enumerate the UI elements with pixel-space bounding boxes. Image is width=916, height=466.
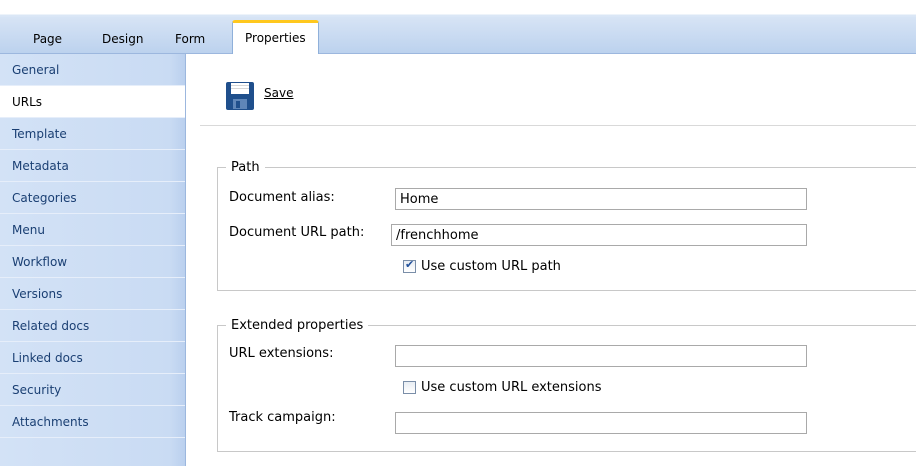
custom-url-extensions-label: Use custom URL extensions [421, 380, 602, 395]
sidebar-item-linked-docs[interactable]: Linked docs [0, 342, 185, 374]
url-extensions-label: URL extensions: [229, 346, 334, 361]
document-url-path-input[interactable] [391, 224, 807, 246]
document-alias-label: Document alias: [229, 190, 335, 205]
track-campaign-input[interactable] [395, 412, 807, 434]
tab-form[interactable]: Form [175, 28, 205, 50]
toolbar-divider [200, 125, 916, 126]
tab-page[interactable]: Page [33, 28, 62, 50]
sidebar-item-metadata[interactable]: Metadata [0, 150, 185, 182]
custom-url-path-label: Use custom URL path [421, 259, 561, 274]
sidebar-item-template[interactable]: Template [0, 118, 185, 150]
tab-properties[interactable]: Properties [232, 20, 319, 54]
custom-url-extensions-checkbox[interactable] [403, 381, 416, 394]
track-campaign-label: Track campaign: [229, 410, 336, 425]
sidebar-item-versions[interactable]: Versions [0, 278, 185, 310]
sidebar-item-attachments[interactable]: Attachments [0, 406, 185, 438]
document-alias-input[interactable] [395, 188, 807, 210]
url-extensions-input[interactable] [395, 345, 807, 367]
sidebar-item-workflow[interactable]: Workflow [0, 246, 185, 278]
tab-design[interactable]: Design [102, 28, 143, 50]
document-url-path-label: Document URL path: [229, 225, 365, 240]
custom-url-path-checkbox[interactable] [403, 258, 416, 273]
tab-bar: Page Design Form Properties [0, 0, 916, 54]
custom-url-path-row: Use custom URL path [403, 258, 561, 274]
extended-properties-legend: Extended properties [231, 318, 364, 333]
sidebar-item-categories[interactable]: Categories [0, 182, 185, 214]
path-legend: Path [231, 160, 260, 175]
sidebar-item-security[interactable]: Security [0, 374, 185, 406]
save-button[interactable]: Save [264, 86, 293, 100]
custom-url-extensions-row: Use custom URL extensions [403, 380, 602, 395]
sidebar-item-general[interactable]: General [0, 54, 185, 86]
sidebar-item-related-docs[interactable]: Related docs [0, 310, 185, 342]
floppy-disk-icon[interactable] [225, 81, 255, 111]
sidebar-item-urls[interactable]: URLs [0, 86, 185, 118]
sidebar: General URLs Template Metadata Categorie… [0, 54, 186, 466]
sidebar-item-menu[interactable]: Menu [0, 214, 185, 246]
